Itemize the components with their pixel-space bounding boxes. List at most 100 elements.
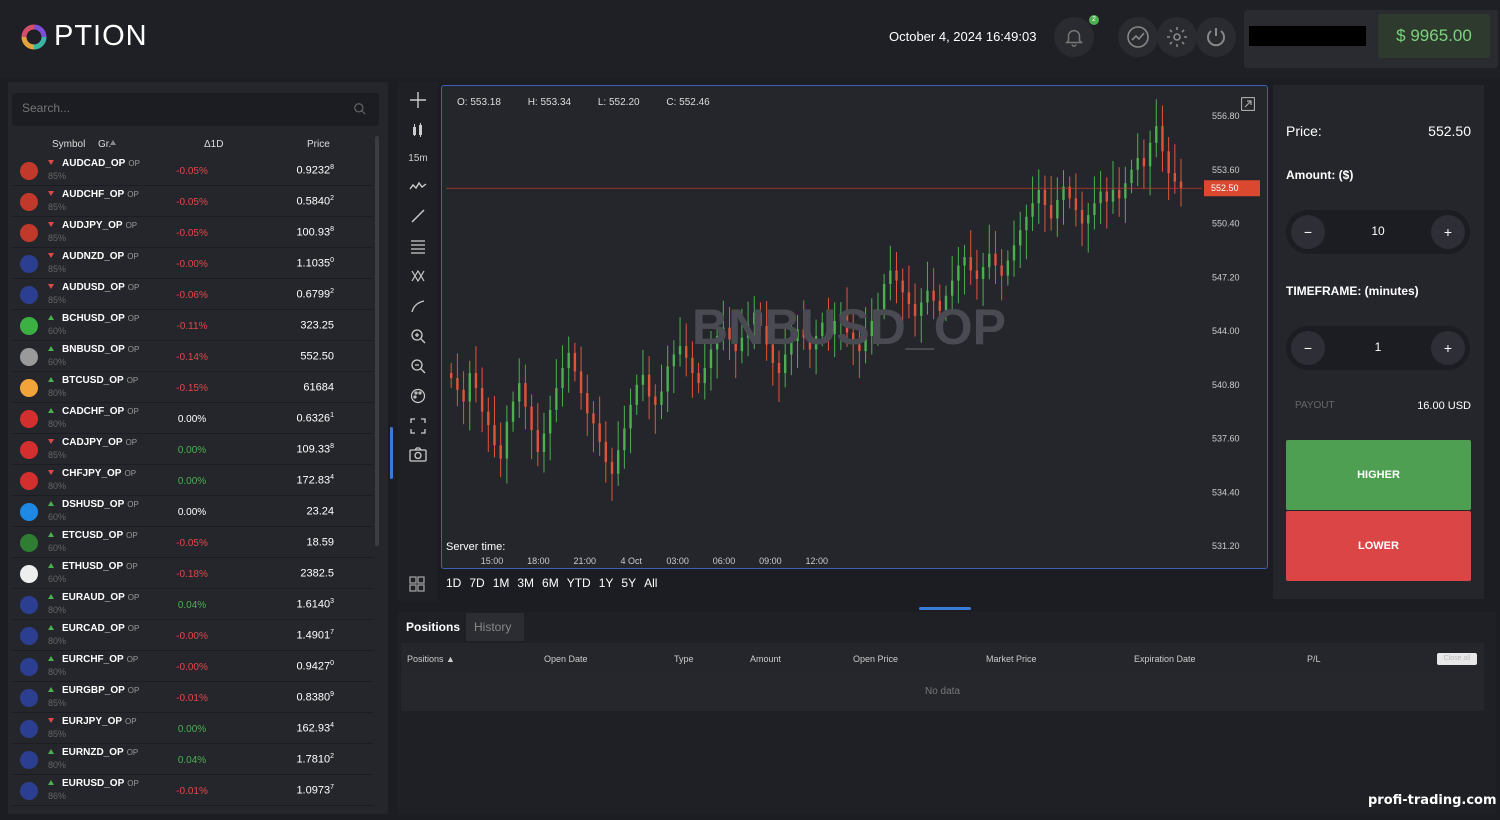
zoom-in-tool[interactable] — [406, 324, 430, 348]
range-7d[interactable]: 7D — [469, 576, 484, 590]
higher-button[interactable]: HIGHER — [1286, 440, 1471, 510]
ohlc-high: H: 553.34 — [527, 97, 572, 108]
crosshair-tool[interactable] — [406, 88, 430, 112]
candle-body — [635, 384, 638, 405]
logo-text: PTION — [54, 20, 148, 52]
symbol-price: 0.58402 — [296, 195, 334, 208]
column-header[interactable]: Open Price — [853, 654, 898, 664]
settings-button[interactable] — [1157, 17, 1197, 57]
symbol-price: 109.338 — [296, 443, 334, 456]
symbol-row[interactable]: BTCUSD_OP OP 80% -0.15% 61684 — [12, 373, 374, 403]
search-icon[interactable] — [353, 102, 367, 116]
range-1m[interactable]: 1M — [493, 576, 510, 590]
header-change[interactable]: Δ1D — [204, 139, 223, 150]
column-header[interactable]: Positions ▲ — [407, 654, 455, 664]
expand-icon[interactable] — [1241, 97, 1255, 111]
candles-tool[interactable] — [406, 118, 430, 142]
candle-body — [957, 265, 960, 281]
timeframe-value[interactable]: 1 — [1346, 340, 1410, 354]
symbol-row[interactable]: EURCHF_OP OP 80% -0.00% 0.94270 — [12, 652, 374, 682]
symbol-row[interactable]: EURAUD_OP OP 80% 0.04% 1.61403 — [12, 590, 374, 620]
amount-decrease-button[interactable]: − — [1291, 215, 1325, 249]
symbol-row[interactable]: CADJPY_OP OP 85% 0.00% 109.338 — [12, 435, 374, 465]
range-5y[interactable]: 5Y — [621, 576, 636, 590]
symbol-row[interactable]: AUDNZD_OP OP 85% -0.00% 1.10350 — [12, 249, 374, 279]
panel-divider-handle[interactable] — [919, 607, 971, 610]
arrow-up-icon — [48, 656, 54, 661]
tab-positions[interactable]: Positions — [398, 613, 464, 641]
symbol-row[interactable]: EURJPY_OP OP 85% 0.00% 162.934 — [12, 714, 374, 744]
timeframe-decrease-button[interactable]: − — [1291, 331, 1325, 365]
column-header[interactable]: Amount — [750, 654, 781, 664]
column-header[interactable]: Type — [674, 654, 694, 664]
symbol-row[interactable]: ETCUSD_OP OP 60% -0.05% 18.59 — [12, 528, 374, 558]
symbol-row[interactable]: ETHUSD_OP OP 60% -0.18% 2382.5 — [12, 559, 374, 589]
range-ytd[interactable]: YTD — [567, 576, 591, 590]
notifications-button[interactable] — [1054, 17, 1094, 57]
symbol-name: BTCUSD_OP OP — [62, 375, 139, 386]
range-1y[interactable]: 1Y — [599, 576, 614, 590]
column-header[interactable]: Open Date — [544, 654, 588, 664]
symbol-row[interactable]: CHFJPY_OP OP 80% 0.00% 172.834 — [12, 466, 374, 496]
logout-button[interactable] — [1196, 17, 1236, 57]
brush-tool[interactable] — [406, 294, 430, 318]
amount-stepper: − 10 + — [1286, 210, 1470, 254]
amount-increase-button[interactable]: + — [1431, 215, 1465, 249]
column-header[interactable]: Expiration Date — [1134, 654, 1196, 664]
amount-value[interactable]: 10 — [1346, 224, 1410, 238]
timeframe-tool[interactable]: 15m — [406, 146, 430, 170]
fullscreen-tool[interactable] — [406, 414, 430, 438]
y-tick-label: 534.40 — [1212, 487, 1240, 497]
symbol-row[interactable]: DSHUSD_OP OP 60% 0.00% 23.24 — [12, 497, 374, 527]
range-6m[interactable]: 6M — [542, 576, 559, 590]
panel-resize-handle[interactable] — [390, 427, 393, 479]
pattern-tool[interactable] — [406, 264, 430, 288]
symbol-row[interactable]: AUDUSD_OP OP 85% -0.06% 0.67992 — [12, 280, 374, 310]
range-3m[interactable]: 3M — [517, 576, 534, 590]
timeframe-increase-button[interactable]: + — [1431, 331, 1465, 365]
search-input[interactable] — [22, 101, 342, 115]
analytics-button[interactable] — [1118, 17, 1158, 57]
theme-tool[interactable] — [406, 384, 430, 408]
header-symbol[interactable]: Symbol — [52, 139, 85, 150]
symbol-row[interactable]: EURNZD_OP OP 80% 0.04% 1.78102 — [12, 745, 374, 775]
balance-button[interactable]: $ 9965.00 — [1378, 14, 1490, 58]
column-header[interactable]: Market Price — [986, 654, 1037, 664]
currency-flag-icon — [20, 224, 38, 242]
zoom-out-tool[interactable] — [406, 354, 430, 378]
column-header[interactable]: P/L — [1307, 654, 1321, 664]
logo[interactable]: PTION — [20, 20, 148, 53]
price-chart[interactable]: 556.80 553.60 550.40 547.20 544.00 540.80 537.… — [441, 85, 1268, 569]
symbol-row[interactable]: BCHUSD_OP OP 60% -0.11% 323.25 — [12, 311, 374, 341]
header-price[interactable]: Price — [307, 139, 330, 150]
symbol-row[interactable]: AUDCAD_OP OP 85% -0.05% 0.92328 — [12, 156, 374, 186]
symbol-row[interactable]: EURUSD_OP OP 86% -0.01% 1.09737 — [12, 776, 374, 806]
symbol-name: EURJPY_OP OP — [62, 716, 137, 727]
y-tick-label: 556.80 — [1212, 111, 1240, 121]
symbol-payout: 80% — [48, 636, 67, 646]
candle-body — [561, 367, 564, 389]
tab-history[interactable]: History — [466, 613, 524, 641]
symbol-row[interactable]: BNBUSD_OP OP 60% -0.14% 552.50 — [12, 342, 374, 372]
symbol-row[interactable]: AUDCHF_OP OP 85% -0.05% 0.58402 — [12, 187, 374, 217]
range-all[interactable]: All — [644, 576, 657, 590]
list-scrollbar[interactable] — [375, 136, 379, 546]
close-all-button[interactable]: Close all — [1437, 653, 1477, 665]
lower-button[interactable]: LOWER — [1286, 511, 1471, 581]
symbol-row[interactable]: AUDJPY_OP OP 85% -0.05% 100.938 — [12, 218, 374, 248]
trendline-tool[interactable] — [406, 204, 430, 228]
indicators-tool[interactable] — [406, 174, 430, 198]
x-tick-label: 06:00 — [713, 556, 736, 566]
fib-tool[interactable] — [406, 234, 430, 258]
symbol-row[interactable]: EURCAD_OP OP 80% -0.00% 1.49017 — [12, 621, 374, 651]
pattern-icon — [411, 269, 425, 283]
symbol-row[interactable]: CADCHF_OP OP 80% 0.00% 0.63261 — [12, 404, 374, 434]
wave-icon — [409, 181, 427, 190]
screenshot-tool[interactable] — [406, 442, 430, 466]
layout-grid-icon[interactable] — [409, 576, 425, 592]
arrow-down-icon — [48, 470, 54, 475]
symbol-row[interactable]: EURGBP_OP OP 85% -0.01% 0.83809 — [12, 683, 374, 713]
symbol-change: 0.00% — [177, 507, 207, 518]
range-1d[interactable]: 1D — [446, 576, 461, 590]
candle-body — [895, 270, 898, 281]
